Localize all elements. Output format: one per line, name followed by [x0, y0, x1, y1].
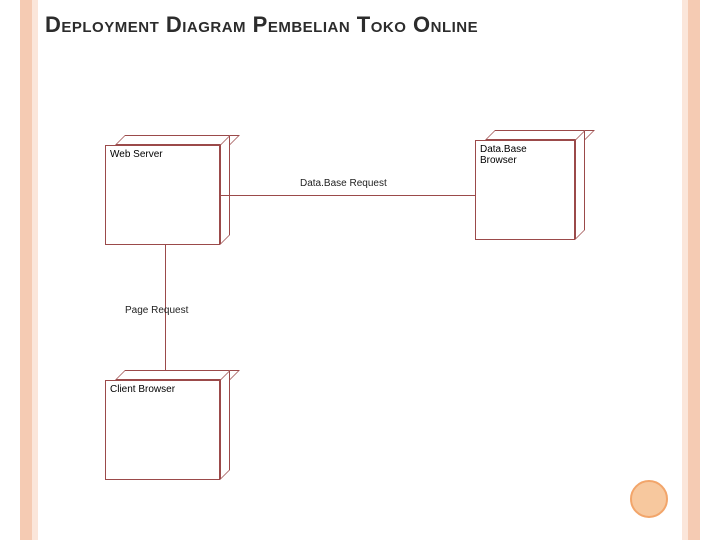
diagram-canvas: Web Server Data.Base Browser Client Browse…: [40, 50, 680, 530]
edge-page-request-label: Page Request: [125, 305, 188, 316]
node-web-server: Web Server: [105, 135, 230, 245]
node-web-server-label: Web Server: [105, 145, 220, 245]
decor-stripe-right: [688, 0, 700, 540]
decor-stripe-left-inner: [32, 0, 38, 540]
node-client-browser: Client Browser: [105, 370, 230, 480]
accent-dot-icon: [630, 480, 668, 518]
node-database: Data.Base Browser: [475, 130, 585, 240]
decor-stripe-left: [20, 0, 32, 540]
page-title: Deployment Diagram Pembelian Toko Online: [45, 12, 675, 38]
edge-db-request-label: Data.Base Request: [300, 178, 387, 189]
decor-stripe-right-inner: [682, 0, 688, 540]
edge-db-request: [220, 195, 475, 196]
node-database-label: Data.Base Browser: [475, 140, 575, 240]
node-client-browser-label: Client Browser: [105, 380, 220, 480]
